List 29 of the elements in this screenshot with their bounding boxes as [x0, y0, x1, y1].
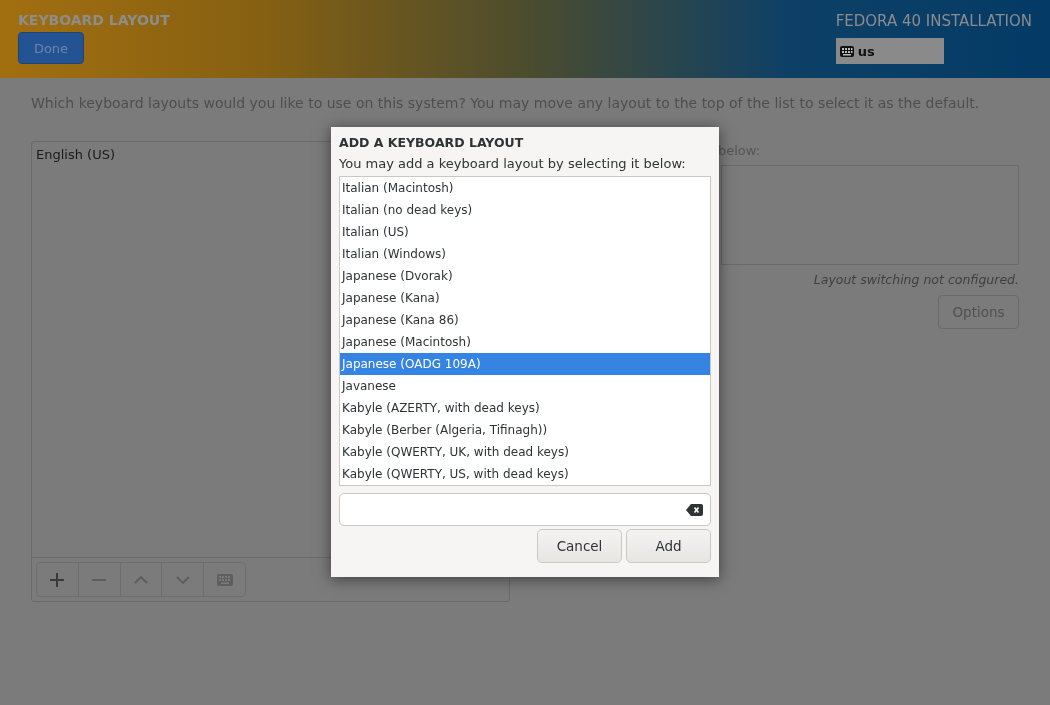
page-title: KEYBOARD LAYOUT: [18, 12, 170, 28]
layout-option[interactable]: Japanese (Kana): [340, 287, 710, 309]
layout-option[interactable]: Kabyle (Berber (Algeria, Tifinagh)): [340, 419, 710, 441]
dialog-title: ADD A KEYBOARD LAYOUT: [339, 135, 525, 150]
layout-option[interactable]: Japanese (OADG 109A): [340, 353, 710, 375]
plus-icon: [50, 572, 65, 587]
layout-option[interactable]: Kabyle (AZERTY, with dead keys): [340, 397, 710, 419]
layout-option[interactable]: Italian (no dead keys): [340, 199, 710, 221]
chevron-down-icon: [175, 575, 190, 584]
clear-icon[interactable]: [686, 503, 703, 516]
layout-option[interactable]: Javanese: [340, 375, 710, 397]
dialog-button[interactable]: Cancel: [537, 529, 622, 563]
layout-option[interactable]: Italian (US): [340, 221, 710, 243]
layout-option[interactable]: Kabyle (QWERTY, UK, with dead keys): [340, 441, 710, 463]
switching-status-text: Layout switching not configured.: [813, 272, 1019, 287]
layout-option[interactable]: Italian (Macintosh): [340, 177, 710, 199]
dialog-prompt: You may add a keyboard layout by selecting it below:: [339, 156, 686, 171]
search-field[interactable]: [339, 493, 711, 526]
layout-option[interactable]: Kabyle (QWERTY, US, with dead keys): [340, 463, 710, 485]
keyboard-icon: [216, 573, 233, 586]
keyboard-layout-indicator[interactable]: us: [835, 38, 944, 64]
chevron-up-icon: [134, 575, 148, 584]
product-title: FEDORA 40 INSTALLATION: [835, 12, 1032, 30]
dialog-button[interactable]: Add: [626, 529, 711, 563]
layout-option[interactable]: Japanese (Dvorak): [340, 265, 710, 287]
layout-option[interactable]: Japanese (Macintosh): [340, 331, 710, 353]
keyboard-icon: [839, 45, 854, 57]
layout-option[interactable]: Japanese (Kana 86): [340, 309, 710, 331]
layout-option[interactable]: Italian (Windows): [340, 243, 710, 265]
